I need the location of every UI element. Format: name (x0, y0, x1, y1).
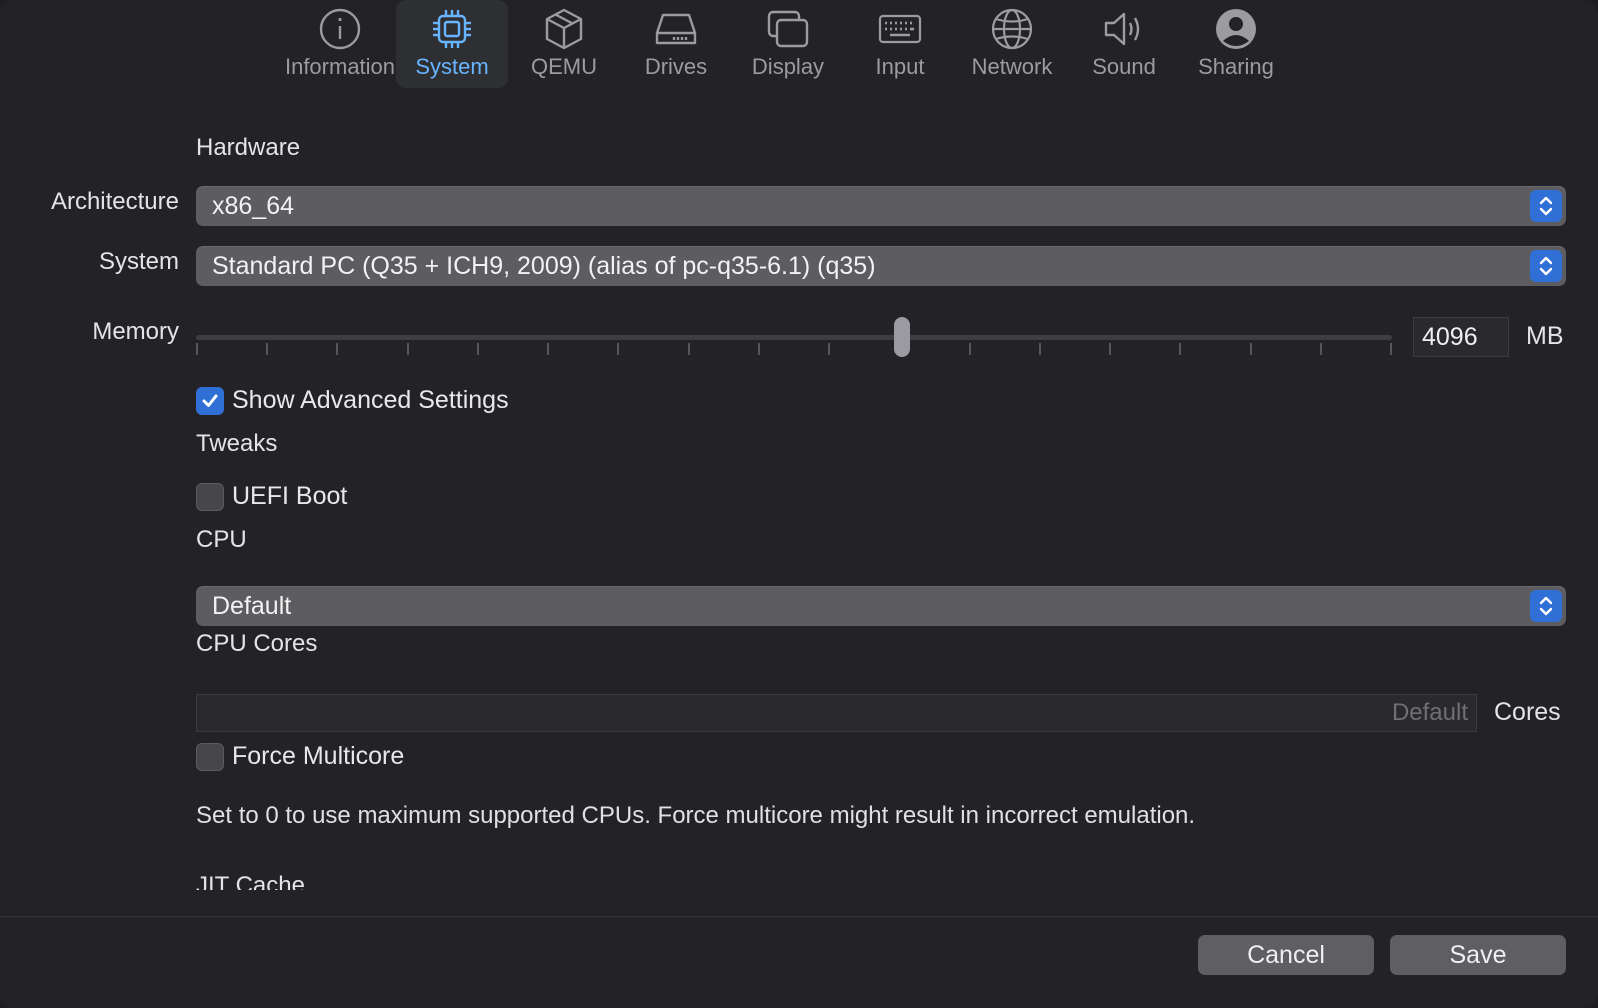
memory-label: Memory (92, 318, 179, 345)
tweaks-section-title: Tweaks (196, 430, 278, 457)
tab-information[interactable]: Information (284, 0, 396, 88)
tab-sound[interactable]: Sound (1068, 0, 1180, 88)
tab-label: Network (971, 54, 1053, 79)
cpu-select[interactable]: Default (196, 586, 1566, 626)
architecture-select[interactable]: x86_64 (196, 186, 1566, 226)
tab-display[interactable]: Display (732, 0, 844, 88)
memory-unit: MB (1526, 322, 1564, 350)
info-icon (317, 6, 363, 52)
force-multicore-label: Force Multicore (232, 742, 405, 770)
cpu-cores-section-title: CPU Cores (196, 630, 318, 657)
speaker-icon (1101, 6, 1147, 52)
slider-tick (196, 343, 198, 355)
tab-sharing[interactable]: Sharing (1180, 0, 1292, 88)
uefi-boot-label: UEFI Boot (232, 482, 348, 510)
slider-tick (1109, 343, 1111, 355)
architecture-label: Architecture (50, 188, 179, 215)
tab-label: Sharing (1198, 54, 1274, 79)
system-label: System (98, 248, 179, 275)
slider-tick (1179, 343, 1181, 355)
tab-toolbar: Information System QEMU Drives Display I… (0, 0, 1598, 90)
tab-label: System (415, 54, 489, 79)
slider-tick (1250, 343, 1252, 355)
show-advanced-label: Show Advanced Settings (232, 386, 509, 414)
slider-tick (969, 343, 971, 355)
cpu-cores-unit: Cores (1494, 698, 1561, 726)
dialog-footer: Cancel Save (0, 916, 1598, 1008)
tab-label: Information (284, 54, 396, 79)
slider-knob[interactable] (894, 317, 910, 357)
chevron-updown-icon (1530, 590, 1562, 622)
cpu-cores-placeholder: Default (1391, 699, 1468, 726)
slider-tick (336, 343, 338, 355)
cpu-section-title: CPU (196, 526, 247, 553)
slider-track (196, 335, 1392, 340)
slider-tick (828, 343, 830, 355)
tab-system[interactable]: System (396, 0, 508, 88)
cancel-button[interactable]: Cancel (1198, 935, 1374, 975)
architecture-value: x86_64 (212, 191, 295, 220)
slider-tick (1320, 343, 1322, 355)
cpu-cores-field[interactable]: Default (196, 694, 1477, 732)
system-settings-panel: Hardware Architecture x86_64 System Stan… (0, 90, 1598, 900)
cube-icon (541, 6, 587, 52)
person-icon (1213, 6, 1259, 52)
slider-tick (758, 343, 760, 355)
drive-icon (653, 6, 699, 52)
tab-label: QEMU (531, 54, 597, 79)
chevron-updown-icon (1530, 250, 1562, 282)
memory-slider[interactable] (196, 317, 1392, 357)
slider-tick (266, 343, 268, 355)
save-button[interactable]: Save (1390, 935, 1566, 975)
slider-tick (617, 343, 619, 355)
cpu-value: Default (212, 591, 292, 620)
tab-list: Information System QEMU Drives Display I… (284, 0, 1292, 88)
checkbox-box (196, 482, 224, 511)
globe-icon (989, 6, 1035, 52)
tab-label: Sound (1092, 54, 1156, 79)
checkbox-box (196, 742, 224, 771)
cpu-help-text: Set to 0 to use maximum supported CPUs. … (196, 802, 1196, 829)
force-multicore-checkbox[interactable]: Force Multicore (196, 742, 404, 771)
show-advanced-checkbox[interactable]: Show Advanced Settings (196, 386, 509, 415)
slider-tick (1390, 343, 1392, 355)
uefi-boot-checkbox[interactable]: UEFI Boot (196, 482, 347, 511)
tab-label: Input (875, 54, 925, 79)
system-select[interactable]: Standard PC (Q35 + ICH9, 2009) (alias of… (196, 246, 1566, 286)
tab-label: Display (751, 54, 825, 79)
hardware-section-title: Hardware (196, 134, 301, 161)
slider-tick (547, 343, 549, 355)
cpu-icon (429, 6, 475, 52)
tab-label: Drives (644, 54, 708, 79)
chevron-updown-icon (1530, 190, 1562, 222)
display-icon (765, 6, 811, 52)
checkmark-icon (196, 386, 224, 415)
tab-drives[interactable]: Drives (620, 0, 732, 88)
tab-network[interactable]: Network (956, 0, 1068, 88)
jit-cache-section-title: JIT Cache (196, 872, 305, 890)
tab-qemu[interactable]: QEMU (508, 0, 620, 88)
tab-input[interactable]: Input (844, 0, 956, 88)
system-value: Standard PC (Q35 + ICH9, 2009) (alias of… (212, 251, 876, 280)
slider-tick (1039, 343, 1041, 355)
slider-tick (477, 343, 479, 355)
keyboard-icon (877, 6, 923, 52)
slider-tick (688, 343, 690, 355)
settings-window: Information System QEMU Drives Display I… (0, 0, 1598, 1008)
memory-field[interactable]: 4096 (1413, 317, 1509, 357)
slider-tick (407, 343, 409, 355)
